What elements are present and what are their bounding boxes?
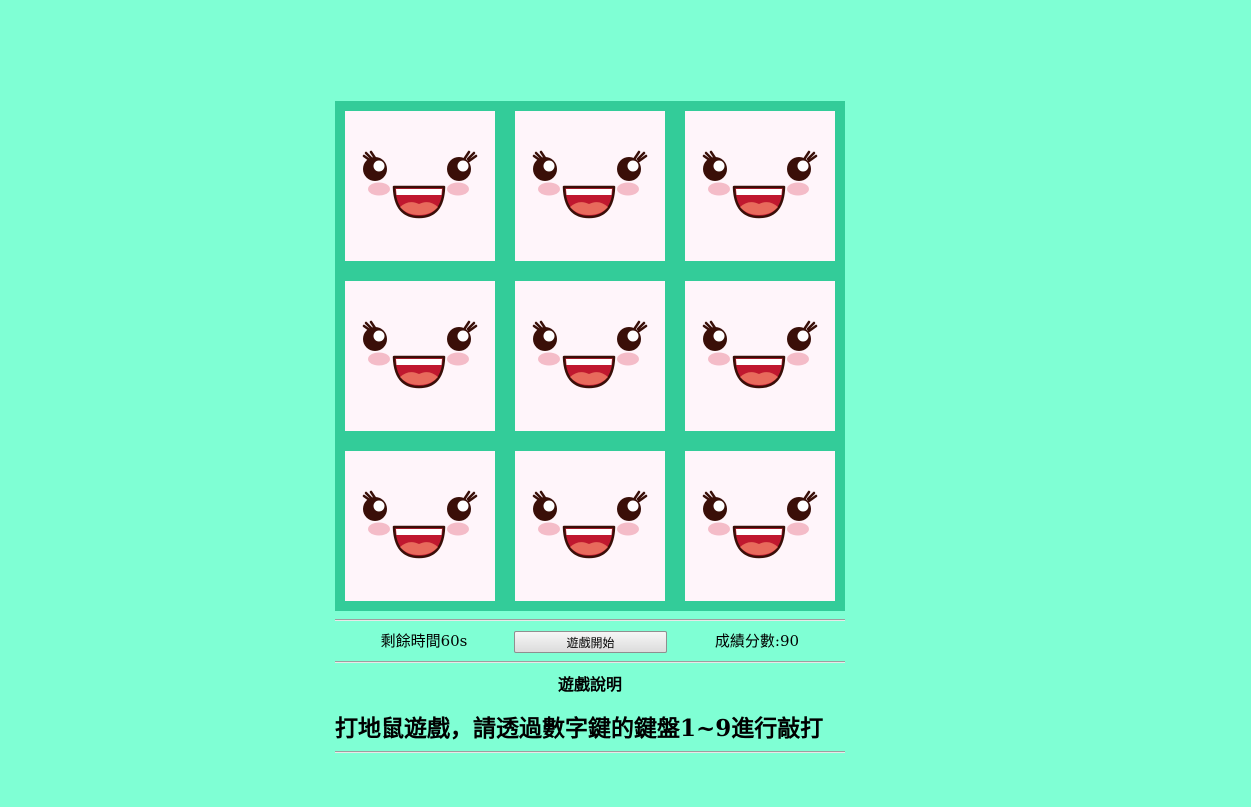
score-display: 成績分數:90 — [714, 632, 800, 650]
middle-divider — [335, 661, 845, 663]
hole-2[interactable] — [515, 111, 665, 261]
top-divider — [335, 619, 845, 621]
happy-face-icon — [345, 111, 495, 261]
happy-face-icon — [685, 111, 835, 261]
hole-5[interactable] — [515, 281, 665, 431]
happy-face-icon — [515, 111, 665, 261]
time-remaining: 剩餘時間60s — [380, 632, 468, 650]
hole-3[interactable] — [685, 111, 835, 261]
instructions-text: 打地鼠遊戲，請透過數字鍵的鍵盤1~9進行敲打 — [335, 715, 824, 742]
hole-1[interactable] — [345, 111, 495, 261]
game-board — [335, 101, 845, 611]
start-game-button[interactable]: 遊戲開始 — [514, 631, 667, 653]
hole-6[interactable] — [685, 281, 835, 431]
bottom-divider — [335, 751, 845, 753]
happy-face-icon — [345, 281, 495, 431]
hole-8[interactable] — [515, 451, 665, 601]
happy-face-icon — [685, 281, 835, 431]
instructions-title: 遊戲說明 — [557, 675, 622, 694]
happy-face-icon — [345, 451, 495, 601]
status-bar: 剩餘時間60s 遊戲開始 成績分數:90 — [335, 622, 845, 660]
hole-4[interactable] — [345, 281, 495, 431]
happy-face-icon — [515, 451, 665, 601]
happy-face-icon — [515, 281, 665, 431]
hole-7[interactable] — [345, 451, 495, 601]
happy-face-icon — [685, 451, 835, 601]
hole-9[interactable] — [685, 451, 835, 601]
